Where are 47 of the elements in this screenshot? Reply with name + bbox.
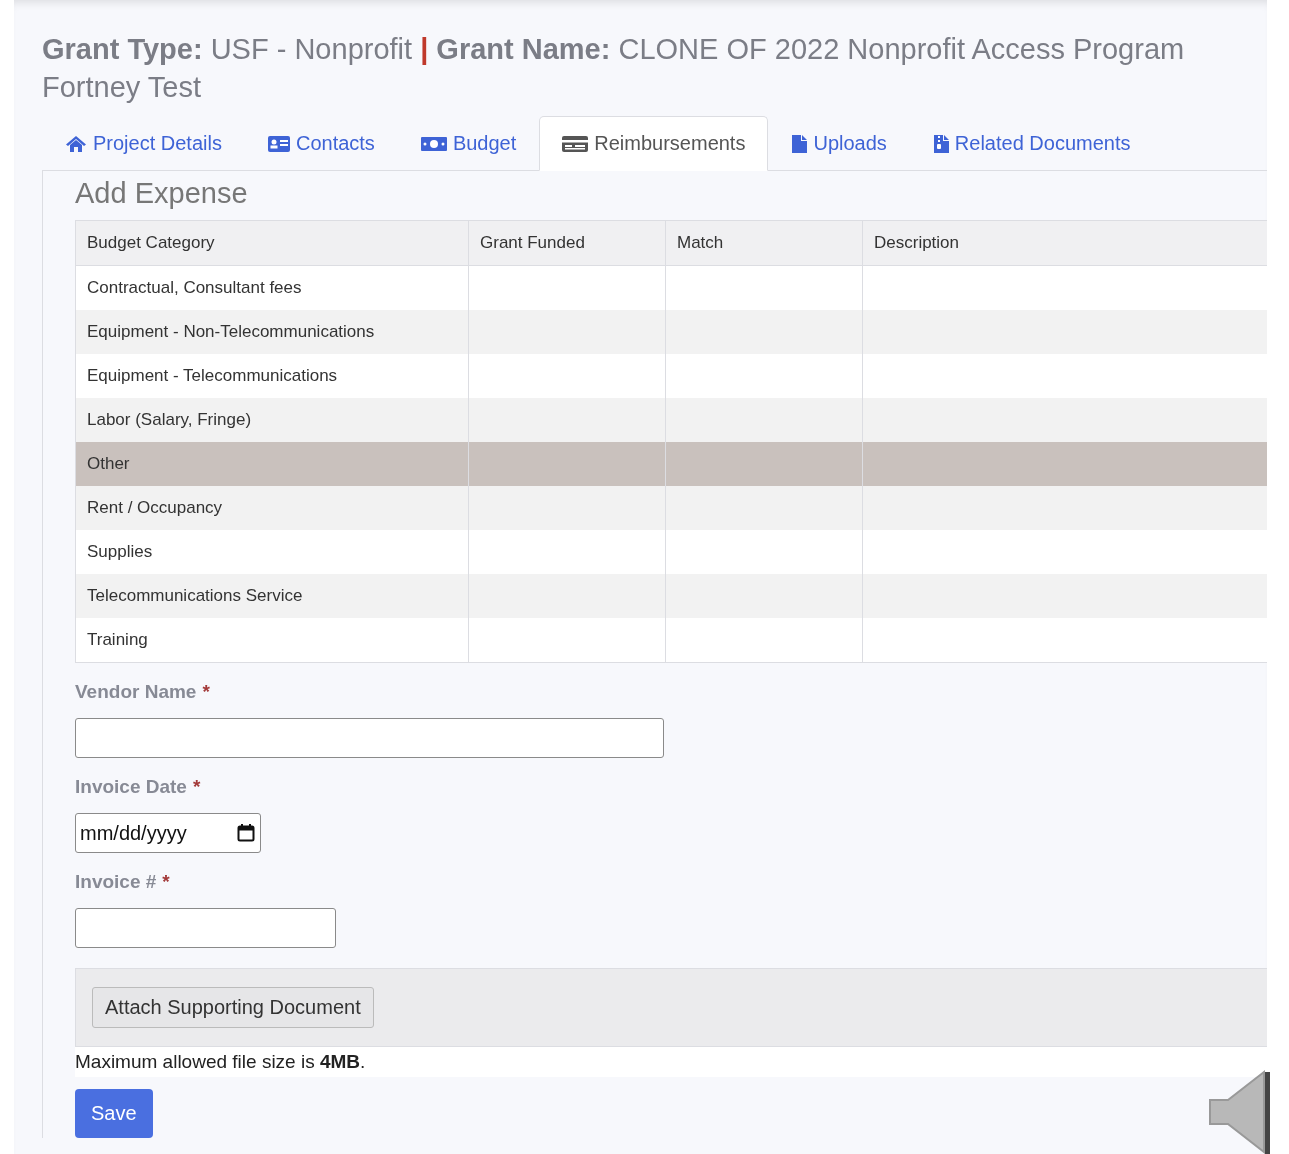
required-mark: *	[192, 776, 201, 798]
date-field[interactable]: mm/dd/yyyy	[75, 813, 261, 853]
table-cell: Rent / Occupancy	[87, 498, 223, 517]
tab[interactable]: Uploads	[768, 116, 910, 171]
field-label: Invoice #	[75, 871, 157, 893]
page-title: Grant Type: USF - Nonprofit | Grant Name: CLONE OF 2022 Nonprofit Access Program Fortney Test	[41, 32, 1186, 105]
tab[interactable]: Contacts	[244, 116, 398, 171]
banknote-icon	[420, 134, 447, 153]
table-cell: Labor (Salary, Fringe)	[87, 410, 252, 429]
input-field[interactable]	[75, 718, 664, 758]
table-cell: Equipment - Non-Telecommunications	[87, 322, 375, 341]
field-label: Invoice Date	[75, 776, 187, 798]
table-row[interactable]: Labor (Salary, Fringe)	[75, 398, 1267, 442]
input-field[interactable]	[75, 908, 336, 948]
tab[interactable]: Project Details	[42, 116, 245, 171]
column-header: Description	[862, 220, 1267, 266]
column-header: Budget Category	[75, 220, 469, 266]
required-mark: *	[202, 681, 210, 703]
house-icon	[65, 134, 87, 153]
tab[interactable]: Related Documents	[909, 116, 1154, 171]
table-row[interactable]: Telecommunications Service	[75, 574, 1267, 618]
table-cell: Training	[87, 630, 148, 649]
table-row[interactable]: Training	[75, 618, 1267, 663]
table-row[interactable]: Equipment - Non-Telecommunications	[75, 310, 1267, 354]
zip-file-icon	[932, 134, 949, 153]
tab[interactable]: Budget	[397, 116, 540, 171]
tab[interactable]: Reimbursements	[539, 116, 769, 171]
section-title: Add Expense	[75, 177, 249, 210]
column-header: Grant Funded	[468, 220, 666, 266]
id-card-icon	[267, 134, 290, 153]
table-cell: Other	[87, 454, 130, 473]
table-cell: Contractual, Consultant fees	[87, 278, 302, 297]
attach-button[interactable]: Attach Supporting Document	[92, 987, 374, 1028]
speaker-icon	[1208, 1068, 1270, 1154]
required-mark: *	[162, 871, 170, 893]
file-icon	[791, 134, 808, 153]
table-cell: Supplies	[87, 542, 153, 561]
table-cell: Telecommunications Service	[87, 586, 303, 605]
save-button[interactable]: Save	[75, 1089, 153, 1138]
calendar-icon[interactable]	[237, 824, 255, 842]
field-label: Vendor Name	[75, 681, 197, 703]
table-row[interactable]: Rent / Occupancy	[75, 486, 1267, 530]
table-row[interactable]: Other	[75, 442, 1267, 486]
credit-card-icon	[562, 134, 589, 153]
file-size-note: Maximum allowed file size is 4MB.	[75, 1047, 1267, 1077]
column-header: Match	[665, 220, 863, 266]
table-cell: Equipment - Telecommunications	[87, 366, 338, 385]
